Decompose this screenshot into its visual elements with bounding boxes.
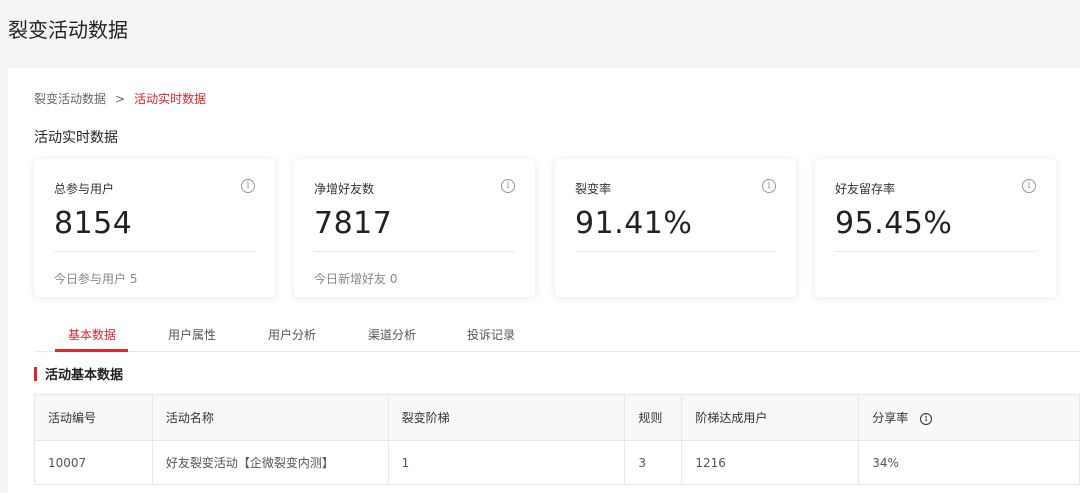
tab-complaint-records[interactable]: 投诉记录 (467, 326, 515, 343)
stat-value: 91.41% (575, 206, 693, 241)
stat-sub: 今日参与用户 5 (54, 272, 138, 286)
info-icon[interactable]: i (241, 179, 255, 193)
section-accent-bar (34, 366, 37, 381)
share-rate-label: 分享率 (872, 411, 909, 425)
card-divider (54, 251, 255, 252)
section-title: 活动实时数据 (34, 130, 118, 146)
stat-card-total-users: 总参与用户 i 8154 今日参与用户 5 (34, 159, 275, 297)
stat-card-fission-rate: 裂变率 i 91.41% (555, 159, 796, 297)
breadcrumb-current: 活动实时数据 (134, 92, 207, 106)
stat-label: 净增好友数 (314, 182, 375, 196)
tab-channel-analysis[interactable]: 渠道分析 (368, 326, 416, 343)
active-tab-indicator (55, 349, 128, 352)
cell-ladder-users: 1216 (681, 440, 860, 485)
stat-sub: 今日新增好友 0 (314, 272, 398, 286)
table-section-header: 活动基本数据 (34, 364, 123, 383)
tab-bar: 基本数据 用户属性 用户分析 渠道分析 投诉记录 (34, 318, 1080, 352)
cell-activity-name: 好友裂变活动【企微裂变内测】 (151, 440, 389, 485)
stat-label: 总参与用户 (54, 182, 115, 196)
page-title: 裂变活动数据 (8, 18, 128, 42)
stat-value: 7817 (314, 206, 393, 241)
column-header-ladder-users: 阶梯达成用户 (681, 394, 860, 441)
table-row: 10007 好友裂变活动【企微裂变内测】 1 3 1216 34% (34, 440, 1080, 485)
column-header-share-rate: 分享率 i (858, 394, 1080, 441)
card-divider (575, 251, 776, 252)
card-divider (835, 251, 1036, 252)
card-divider (314, 251, 515, 252)
breadcrumb-separator: > (115, 91, 126, 106)
breadcrumb: 裂变活动数据 > 活动实时数据 (34, 90, 206, 107)
column-header-fission-ladder: 裂变阶梯 (387, 394, 626, 441)
tab-basic-data[interactable]: 基本数据 (68, 326, 116, 343)
cell-activity-id: 10007 (34, 440, 153, 485)
activity-data-table: 活动编号 活动名称 裂变阶梯 规则 阶梯达成用户 分享率 i 10007 好友裂… (34, 394, 1080, 485)
info-icon[interactable]: i (501, 179, 515, 193)
cell-rules: 3 (624, 440, 683, 485)
tab-user-analysis[interactable]: 用户分析 (268, 326, 316, 343)
main-panel: 裂变活动数据 > 活动实时数据 活动实时数据 总参与用户 i 8154 今日参与… (8, 68, 1080, 493)
info-icon[interactable]: i (920, 413, 933, 425)
stat-value: 8154 (54, 206, 133, 241)
tab-user-attributes[interactable]: 用户属性 (168, 326, 216, 343)
info-icon[interactable]: i (1022, 179, 1036, 193)
column-header-activity-id: 活动编号 (34, 394, 153, 441)
cell-fission-ladder: 1 (387, 440, 626, 485)
table-header-row: 活动编号 活动名称 裂变阶梯 规则 阶梯达成用户 分享率 i (34, 394, 1080, 441)
stat-label: 好友留存率 (835, 182, 896, 196)
cell-share-rate: 34% (858, 440, 1080, 485)
info-icon[interactable]: i (762, 179, 776, 193)
stat-value: 95.45% (835, 206, 953, 241)
stat-label: 裂变率 (575, 182, 612, 196)
stat-card-retention-rate: 好友留存率 i 95.45% (815, 159, 1056, 297)
breadcrumb-parent-link[interactable]: 裂变活动数据 (34, 90, 106, 107)
column-header-activity-name: 活动名称 (151, 394, 389, 441)
stat-card-net-friends: 净增好友数 i 7817 今日新增好友 0 (294, 159, 535, 297)
column-header-rules: 规则 (624, 394, 683, 441)
table-section-title: 活动基本数据 (45, 368, 124, 383)
